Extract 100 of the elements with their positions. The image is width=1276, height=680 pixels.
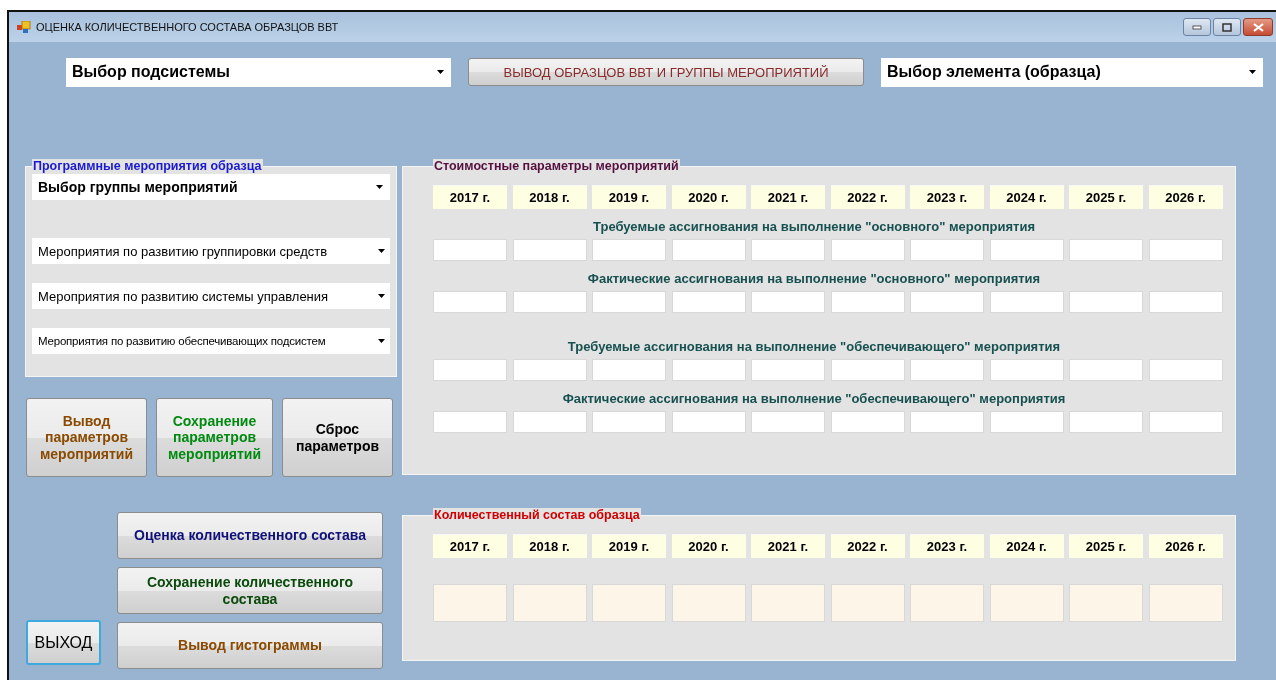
input-field[interactable] [989,291,1064,313]
input-field[interactable] [671,584,746,622]
close-button[interactable] [1243,18,1273,36]
events-dropdown[interactable]: Мероприятия по развитию группировки средств [32,238,390,264]
group-title: Количественный состав образца [433,508,641,522]
input-field[interactable] [1069,584,1143,622]
input-field[interactable] [512,359,587,381]
input-field[interactable] [989,584,1064,622]
input-field[interactable] [830,239,905,261]
year-label: 2017 г. [433,534,507,558]
close-icon [1252,22,1264,32]
maximize-icon [1222,22,1232,32]
events-dropdown[interactable]: Мероприятия по развитию системы управления [32,283,390,309]
section-caption: Фактические ассигнования на выполнение "обеспечивающего" мероприятия [561,391,1067,406]
input-field[interactable] [592,411,666,433]
dropdown-arrow-icon [378,249,386,253]
action-button[interactable]: Оценка количественного состава [117,512,383,559]
input-field[interactable] [1069,239,1143,261]
input-field[interactable] [1148,239,1223,261]
input-field[interactable] [433,584,507,622]
input-field[interactable] [1069,359,1143,381]
year-label: 2022 г. [830,534,905,558]
input-field[interactable] [751,291,825,313]
input-field[interactable] [592,584,666,622]
window-title: ОЦЕНКА КОЛИЧЕСТВЕННОГО СОСТАВА ОБРАЗЦОВ ВВТ [36,21,339,33]
input-field[interactable] [751,411,825,433]
input-field[interactable] [751,359,825,381]
year-label: 2021 г. [751,185,825,209]
exit-button[interactable]: ВЫХОД [26,620,101,665]
input-field[interactable] [433,359,507,381]
input-field[interactable] [671,239,746,261]
input-field[interactable] [989,411,1064,433]
section-caption: Требуемые ассигнования на выполнение "основного" мероприятия [592,219,1036,234]
input-field[interactable] [910,291,984,313]
input-field[interactable] [830,411,905,433]
action-button[interactable]: Вывод параметров мероприятий [26,398,147,477]
input-field[interactable] [989,359,1064,381]
input-field[interactable] [512,291,587,313]
events-dropdown[interactable]: Мероприятия по развитию обеспечивающих подсистем [32,328,390,354]
input-field[interactable] [1069,411,1143,433]
input-field[interactable] [512,411,587,433]
input-field[interactable] [592,291,666,313]
input-field[interactable] [433,291,507,313]
year-label: 2019 г. [592,534,666,558]
input-field[interactable] [1069,291,1143,313]
input-field[interactable] [1148,359,1223,381]
input-field[interactable] [910,411,984,433]
input-field[interactable] [1148,411,1223,433]
input-field[interactable] [830,359,905,381]
input-field[interactable] [512,239,587,261]
action-button[interactable]: Сохранение параметров мероприятий [156,398,273,477]
input-field[interactable] [751,584,825,622]
input-field[interactable] [671,359,746,381]
input-field[interactable] [433,411,507,433]
input-field[interactable] [910,359,984,381]
dropdown-arrow-icon [437,70,445,74]
action-button[interactable]: Сохранение количественного состава [117,567,383,614]
year-label: 2026 г. [1148,185,1223,209]
input-field[interactable] [592,239,666,261]
element-dropdown[interactable]: Выбор элемента (образца) [881,57,1263,87]
section-caption: Фактические ассигнования на выполнение "основного" мероприятия [586,271,1042,286]
dropdown-arrow-icon [1249,70,1257,74]
year-label: 2019 г. [592,185,666,209]
subsystem-dropdown[interactable]: Выбор подсистемы [66,57,451,87]
input-field[interactable] [433,239,507,261]
year-label: 2025 г. [1069,185,1143,209]
year-label: 2020 г. [671,534,746,558]
input-field[interactable] [1148,584,1223,622]
dropdown-arrow-icon [378,294,386,298]
action-button[interactable]: Вывод гистограммы [117,622,383,669]
dropdown-arrow-icon [376,185,384,189]
input-field[interactable] [671,291,746,313]
year-label: 2023 г. [910,185,984,209]
year-label: 2024 г. [989,185,1064,209]
input-field[interactable] [830,291,905,313]
action-button[interactable]: Сброс параметров [282,398,393,477]
event-group-dropdown[interactable]: Выбор группы мероприятий [32,174,390,200]
output-samples-button[interactable]: ВЫВОД ОБРАЗЦОВ ВВТ И ГРУППЫ МЕРОПРИЯТИЙ [468,58,864,86]
app-icon [17,21,31,33]
dropdown-arrow-icon [378,339,386,343]
input-field[interactable] [671,411,746,433]
input-field[interactable] [989,239,1064,261]
year-label: 2024 г. [989,534,1064,558]
year-label: 2017 г. [433,185,507,209]
minimize-button[interactable] [1183,18,1211,36]
input-field[interactable] [592,359,666,381]
year-label: 2021 г. [751,534,825,558]
input-field[interactable] [910,584,984,622]
input-field[interactable] [751,239,825,261]
input-field[interactable] [830,584,905,622]
year-label: 2023 г. [910,534,984,558]
year-label: 2018 г. [512,185,587,209]
minimize-icon [1192,24,1202,30]
input-field[interactable] [1148,291,1223,313]
group-title: Программные мероприятия образца [32,159,263,173]
year-label: 2018 г. [512,534,587,558]
group-title: Стоимостные параметры мероприятий [433,159,680,173]
maximize-button[interactable] [1213,18,1241,36]
input-field[interactable] [910,239,984,261]
input-field[interactable] [512,584,587,622]
